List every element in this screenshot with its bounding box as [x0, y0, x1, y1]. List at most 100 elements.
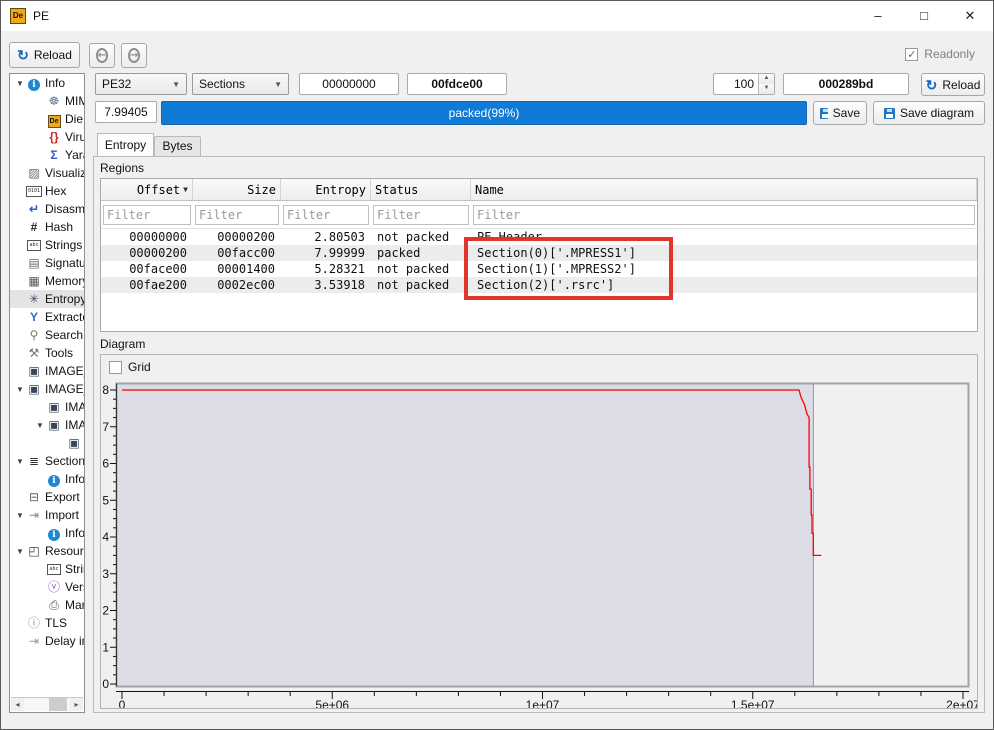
sidebar-item-import[interactable]: ▼⇥Import — [10, 506, 84, 524]
sidebar-item-virustotal[interactable]: {}VirusTotal — [10, 128, 84, 146]
count-spinner[interactable]: 100 ▲▼ — [713, 73, 775, 95]
sidebar-item-mime[interactable]: ☸MIME — [10, 92, 84, 110]
sidebar-item-version[interactable]: ⓥVersion — [10, 578, 84, 596]
sidebar-item-sections[interactable]: ▼≣Sections — [10, 452, 84, 470]
close-button[interactable]: ✕ — [947, 1, 993, 31]
sidebar-item-image-dos-header[interactable]: ▣IMAGE_DOS_HEADER — [10, 362, 84, 380]
sidebar-item-info[interactable]: ▼iInfo — [10, 74, 84, 92]
sidebar-item-strings[interactable]: abcStrings — [10, 560, 84, 578]
svg-text:0: 0 — [102, 677, 109, 691]
sidebar-item-extractor[interactable]: YExtractor — [10, 308, 84, 326]
expander-arrow-icon[interactable]: ▼ — [14, 547, 26, 556]
filter-input-offset[interactable] — [103, 205, 191, 225]
column-header-name[interactable]: Name — [471, 179, 977, 200]
sidebar-item-label: Yara — [65, 148, 84, 162]
scroll-left-icon[interactable]: ◂ — [11, 698, 24, 711]
spinner-arrows[interactable]: ▲▼ — [758, 74, 774, 94]
column-header-status[interactable]: Status — [371, 179, 471, 200]
size-field[interactable]: 00fdce00 — [407, 73, 507, 95]
sidebar-item-yara[interactable]: ΣYara — [10, 146, 84, 164]
sidebar-item-strings[interactable]: abcStrings — [10, 236, 84, 254]
save-diagram-button[interactable]: Save diagram — [873, 101, 985, 125]
filter-input-entropy[interactable] — [283, 205, 369, 225]
back-button[interactable]: ← — [89, 43, 115, 68]
mime-icon: ☸ — [46, 93, 62, 109]
table-row[interactable]: 0000020000facc007.99999packedSection(0)[… — [101, 245, 977, 261]
sidebar-item-hash[interactable]: #Hash — [10, 218, 84, 236]
offset-field[interactable]: 00000000 — [299, 73, 399, 95]
filter-input-size[interactable] — [195, 205, 279, 225]
maximize-button[interactable]: □ — [901, 1, 947, 31]
sidebar-item-tls[interactable]: ⓘTLS — [10, 614, 84, 632]
entropy-chart[interactable]: 01234567805e+061e+071.5e+072e+07 — [101, 355, 978, 709]
total-entropy-field[interactable]: 7.99405 — [95, 101, 157, 123]
tab-entropy[interactable]: Entropy — [97, 133, 154, 156]
sidebar-item-image-directory-entries[interactable]: ▣IMAGE_DIRECTORY_ENTRIES — [10, 434, 84, 452]
table-row[interactable]: 00000000000002002.80503not packedPE Head… — [101, 229, 977, 245]
filter-row — [101, 201, 977, 229]
reload-secondary-button[interactable]: ↻ Reload — [921, 73, 985, 96]
signatures-icon: ▤ — [26, 255, 42, 271]
tree-horizontal-scrollbar[interactable]: ◂ ▸ — [11, 697, 83, 711]
struct-icon: ▣ — [66, 435, 82, 451]
grid-checkbox[interactable] — [109, 361, 122, 374]
column-header-size[interactable]: Size — [193, 179, 281, 200]
sidebar-item-visualization[interactable]: ▨Visualization — [10, 164, 84, 182]
sidebar-item-delay-import[interactable]: ⇥Delay import — [10, 632, 84, 650]
reload-button[interactable]: ↻ Reload — [9, 42, 80, 68]
sidebar-item-search[interactable]: ⚲Search — [10, 326, 84, 344]
readonly-checkbox[interactable]: ✓ — [905, 48, 918, 61]
sidebar-item-label: Resources — [45, 544, 84, 558]
sidebar-item-info[interactable]: iInfo — [10, 524, 84, 542]
sidebar-item-tools[interactable]: ⚒Tools — [10, 344, 84, 362]
expander-arrow-icon[interactable]: ▼ — [14, 385, 26, 394]
scrollbar-track[interactable] — [24, 698, 70, 711]
spin-down-icon: ▼ — [759, 84, 774, 94]
filter-input-status[interactable] — [373, 205, 469, 225]
column-header-offset[interactable]: Offset▼ — [101, 179, 193, 200]
scroll-right-icon[interactable]: ▸ — [70, 698, 83, 711]
column-header-entropy[interactable]: Entropy — [281, 179, 371, 200]
scrollbar-thumb[interactable] — [49, 698, 67, 711]
expander-arrow-icon[interactable]: ▼ — [14, 511, 26, 520]
sidebar-item-die[interactable]: DeDie — [10, 110, 84, 128]
expander-arrow-icon[interactable]: ▼ — [14, 79, 26, 88]
sidebar-item-label: Strings — [65, 562, 84, 576]
minimize-button[interactable]: – — [855, 1, 901, 31]
sidebar-item-signatures[interactable]: ▤Signatures — [10, 254, 84, 272]
info-icon: i — [26, 75, 42, 91]
struct-icon: ▣ — [26, 363, 42, 379]
hash-icon: # — [26, 219, 42, 235]
sidebar-item-resources[interactable]: ▼◰Resources — [10, 542, 84, 560]
titlebar: De PE – □ ✕ — [1, 1, 993, 31]
sidebar-item-image-file-header[interactable]: ▣IMAGE_FILE_HEADER — [10, 398, 84, 416]
sidebar-item-hex[interactable]: 0101Hex — [10, 182, 84, 200]
view-select[interactable]: Sections▼ — [192, 73, 289, 95]
tab-bytes[interactable]: Bytes — [154, 136, 201, 156]
forward-button[interactable]: → — [121, 43, 147, 68]
sidebar-item-label: Info — [65, 526, 84, 540]
sidebar-item-manifest[interactable]: ⎙Manifest — [10, 596, 84, 614]
sidebar-item-export[interactable]: ⊟Export — [10, 488, 84, 506]
expander-arrow-icon[interactable]: ▼ — [34, 421, 46, 430]
format-select[interactable]: PE32▼ — [95, 73, 187, 95]
sidebar-item-image-nt-headers[interactable]: ▼▣IMAGE_NT_HEADERS — [10, 380, 84, 398]
filter-input-name[interactable] — [473, 205, 975, 225]
sidebar-item-label: IMAGE_NT_HEADERS — [45, 382, 84, 396]
sidebar-item-entropy[interactable]: ✳Entropy — [10, 290, 84, 308]
diagram-label: Diagram — [100, 337, 145, 351]
reload-icon: ↻ — [926, 79, 938, 91]
sidebar-item-memory-map[interactable]: ▦Memory map — [10, 272, 84, 290]
sidebar-item-label: Tools — [45, 346, 73, 360]
sidebar-item-info[interactable]: iInfo — [10, 470, 84, 488]
strings-icon: abc — [26, 237, 42, 253]
table-row[interactable]: 00face00000014005.28321not packedSection… — [101, 261, 977, 277]
checksum-field[interactable]: 000289bd — [783, 73, 909, 95]
sidebar-item-image-optional-header[interactable]: ▼▣IMAGE_OPTIONAL_HEADER — [10, 416, 84, 434]
sidebar-item-disasm[interactable]: ↵Disasm — [10, 200, 84, 218]
sidebar-item-label: VirusTotal — [65, 130, 84, 144]
expander-arrow-icon[interactable]: ▼ — [14, 457, 26, 466]
save-button[interactable]: Save — [813, 101, 867, 125]
chevron-down-icon: ▼ — [172, 80, 180, 89]
table-row[interactable]: 00fae2000002ec003.53918not packedSection… — [101, 277, 977, 293]
